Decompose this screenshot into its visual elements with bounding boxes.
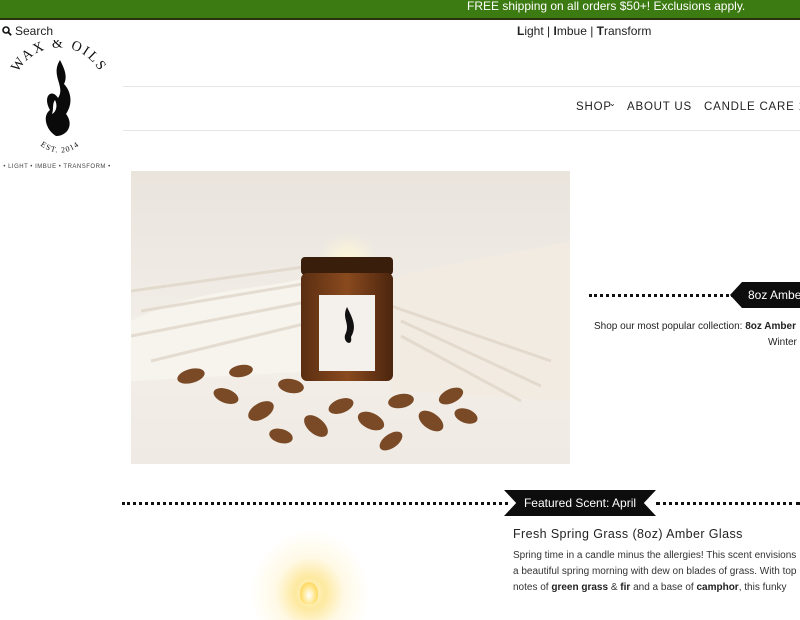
- scent-note: fir: [620, 582, 631, 593]
- desc-text: &: [608, 582, 621, 593]
- section-divider: [656, 502, 800, 505]
- brand-logo[interactable]: WAX & OILS EST. 2014 • LIGHT • IMBUE • T…: [0, 36, 118, 172]
- scent-note: camphor: [696, 582, 739, 593]
- search-label: Search: [15, 24, 54, 38]
- candle-flame-image: [300, 582, 318, 604]
- nav-divider-top: [123, 86, 800, 87]
- header-tagline: Light | Imbue | Transform: [517, 24, 651, 38]
- scent-note: green grass: [551, 582, 609, 593]
- chevron-down-icon[interactable]: ⌄: [609, 99, 617, 108]
- logo-tagline: • LIGHT • IMBUE • TRANSFORM •: [3, 164, 110, 170]
- section-divider: [122, 502, 508, 505]
- collection-banner: 8oz Ambe: [730, 282, 800, 308]
- tagline-word: ransform: [604, 24, 652, 38]
- collection-link[interactable]: 8oz Amber: [745, 321, 796, 332]
- search-link[interactable]: Search: [2, 24, 53, 38]
- logo-est: EST. 2014: [39, 140, 80, 155]
- tagline-separator: |: [543, 24, 554, 38]
- hero-image: [131, 171, 570, 464]
- announcement-text: FREE shipping on all orders $50+! Exclus…: [467, 0, 746, 13]
- announcement-divider: [0, 18, 800, 20]
- nav-shop[interactable]: SHOP: [576, 101, 612, 113]
- collection-text-continued: Winter: [768, 337, 797, 348]
- collection-text-lead: Shop our most popular collection:: [594, 321, 746, 332]
- section-divider: [589, 294, 734, 297]
- desc-text: , this funky: [738, 582, 787, 593]
- tagline-word: ight: [524, 24, 544, 38]
- droplet-flame-icon: [45, 60, 71, 136]
- product-description: Spring time in a candle minus the allerg…: [513, 548, 800, 596]
- svg-text:EST. 2014: EST. 2014: [39, 140, 81, 155]
- featured-scent-banner: Featured Scent: April: [504, 490, 656, 516]
- candle-photo: [131, 171, 570, 464]
- nav-about-us[interactable]: ABOUT US: [627, 101, 692, 113]
- collection-text: Shop our most popular collection: 8oz Am…: [594, 321, 796, 332]
- product-title[interactable]: Fresh Spring Grass (8oz) Amber Glass: [513, 527, 743, 541]
- desc-text: and a base of: [630, 582, 697, 593]
- candle-glow-image: [250, 530, 370, 620]
- tagline-separator: |: [586, 24, 597, 38]
- announcement-bar: FREE shipping on all orders $50+! Exclus…: [0, 0, 800, 18]
- search-icon: [2, 26, 12, 36]
- nav-candle-care[interactable]: CANDLE CARE 10: [704, 101, 800, 113]
- nav-divider-bottom: [123, 130, 800, 131]
- tagline-word: mbue: [556, 24, 587, 38]
- logo-artwork: WAX & OILS EST. 2014 • LIGHT • IMBUE • T…: [3, 36, 110, 170]
- tagline-initial: T: [596, 24, 605, 38]
